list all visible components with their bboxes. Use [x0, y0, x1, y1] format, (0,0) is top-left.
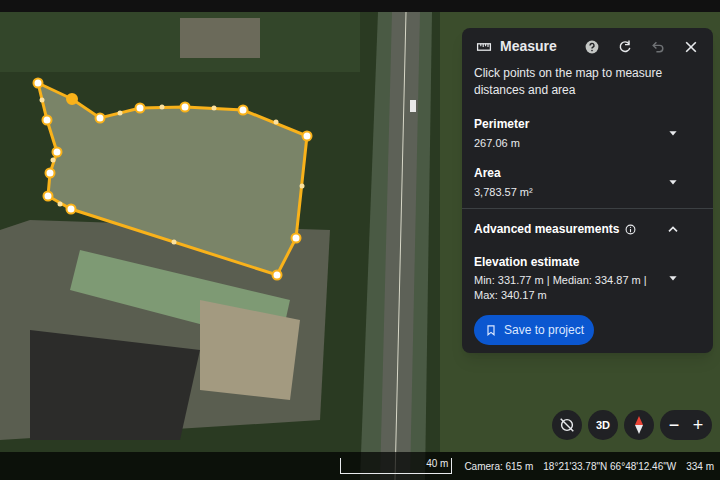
ruler-icon [474, 37, 494, 57]
ground-elevation: 334 m [686, 459, 714, 474]
save-button[interactable]: Save to project [474, 315, 594, 345]
measurement-text: Area 3,783.57 m² [474, 164, 663, 201]
scale-label: 40 m [426, 458, 448, 470]
chevron-down-icon[interactable] [663, 172, 683, 192]
compass-off-icon [557, 415, 577, 435]
bookmark-icon [484, 323, 498, 337]
measurement-row[interactable]: Perimeter 267.06 m [462, 109, 713, 158]
map-controls: 3D −+ [552, 410, 712, 440]
advanced-label: Advanced measurements [474, 220, 619, 238]
zoom-control: −+ [660, 410, 712, 440]
3d-button[interactable]: 3D [588, 410, 618, 440]
help-icon [582, 37, 602, 57]
chevron-up-icon[interactable] [663, 219, 683, 239]
measurement-value: 3,783.57 m² [474, 184, 663, 201]
measurement-text: Perimeter 267.06 m [474, 115, 663, 152]
save-wrap: Save to project [462, 307, 713, 345]
panel-title: Measure [500, 36, 576, 57]
advanced-header[interactable]: Advanced measurements [462, 209, 713, 249]
close-icon [681, 37, 701, 57]
save-label: Save to project [504, 321, 584, 339]
header-actions [582, 37, 701, 57]
elevation-label: Elevation estimate [474, 253, 663, 271]
instructions: Click points on the map to measure dista… [462, 61, 713, 109]
elevation-value: Min: 331.77 m | Median: 334.87 m | Max: … [474, 273, 663, 303]
info-icon [623, 222, 637, 236]
chevron-down-icon[interactable] [663, 123, 683, 143]
undo-icon[interactable] [648, 37, 668, 57]
divider [462, 208, 713, 209]
measure-panel: Measure Click points on the map to measur… [462, 28, 713, 353]
coordinates: 18°21'33.78"N 66°48'12.46"W [543, 459, 676, 474]
panel-header: Measure [462, 28, 713, 61]
measurement-label: Perimeter [474, 115, 663, 133]
elevation-row[interactable]: Elevation estimate Min: 331.77 m | Median… [462, 249, 713, 307]
measurement-label: Area [474, 164, 663, 182]
tilt-button[interactable] [552, 410, 582, 440]
compass-button[interactable] [624, 410, 654, 440]
3d-label: 3D [596, 417, 610, 434]
zoom-out-button[interactable]: − [668, 416, 680, 434]
measurement-row[interactable]: Area 3,783.57 m² [462, 158, 713, 207]
camera-altitude: Camera: 615 m [464, 459, 533, 474]
measurement-value: 267.06 m [474, 135, 663, 152]
status-bar: 40 m Camera: 615 m 18°21'33.78"N 66°48'12.… [0, 452, 720, 480]
zoom-in-button[interactable]: + [692, 416, 704, 434]
compass-icon [629, 415, 649, 435]
elevation-text: Elevation estimate Min: 331.77 m | Median… [474, 253, 663, 303]
scale-bar: 40 m [340, 458, 452, 474]
refresh-icon [615, 37, 635, 57]
chevron-down-icon[interactable] [663, 268, 683, 288]
